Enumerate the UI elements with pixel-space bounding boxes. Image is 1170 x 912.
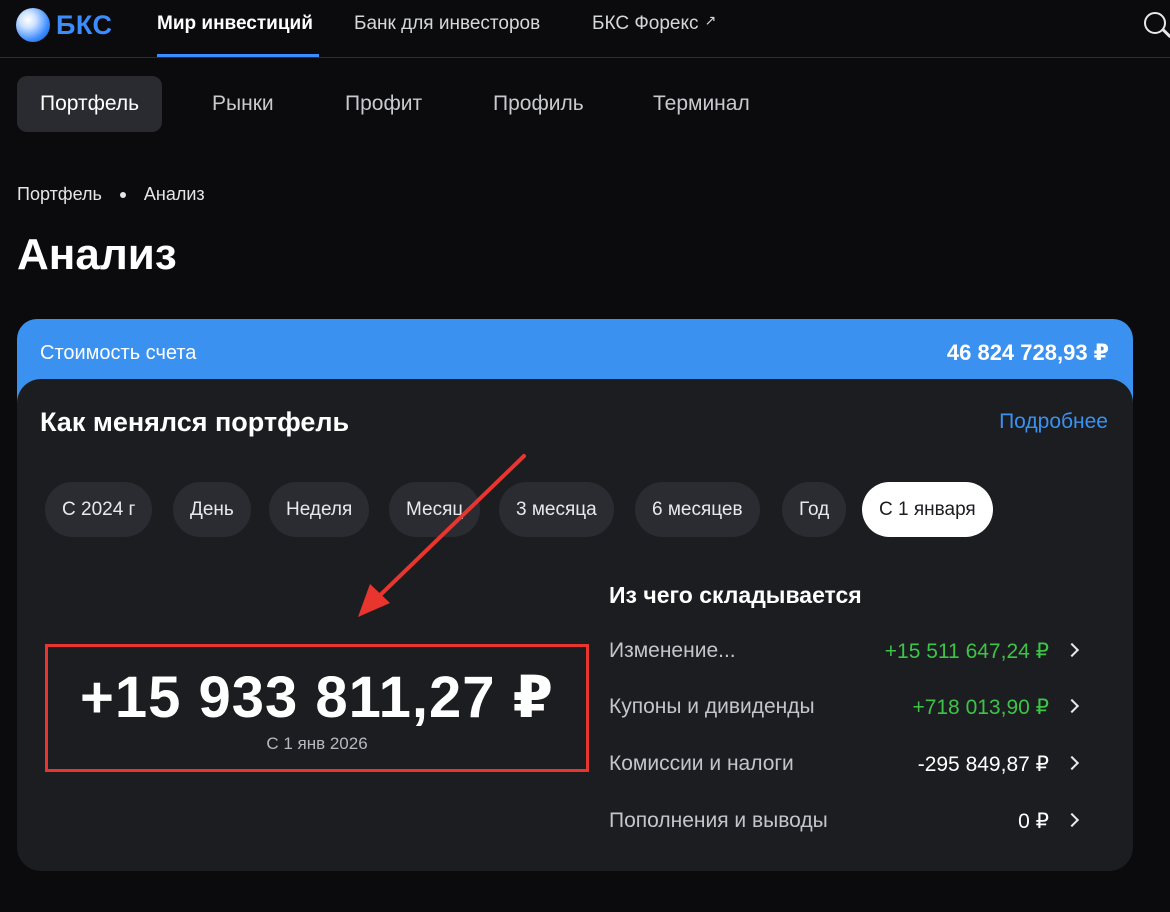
breadcrumb-separator: [119, 191, 126, 198]
tab-profil[interactable]: Профиль: [470, 76, 607, 132]
period-chip-week[interactable]: Неделя: [269, 482, 370, 537]
breakdown-value: +718 013,90 ₽: [912, 696, 1049, 719]
breadcrumb: Портфель Анализ: [17, 184, 205, 205]
panel-title: Как менялся портфель: [40, 407, 350, 437]
tab-profit[interactable]: Профит: [322, 76, 445, 132]
breakdown-label: Пополнения и выводы: [609, 809, 828, 832]
tab-portfel[interactable]: Портфель: [17, 76, 163, 132]
tab-rynki[interactable]: Рынки: [189, 76, 297, 132]
more-link[interactable]: Подробнее: [999, 410, 1108, 434]
search-button[interactable]: [1140, 6, 1170, 46]
chevron-right-icon: [1064, 698, 1080, 714]
breakdown-label: Комиссии и налоги: [609, 752, 794, 775]
top-navigation: БКС Мир инвестиций Банк для инвесторов Б…: [0, 0, 1170, 58]
active-nav-underline: [157, 54, 319, 57]
period-chip-since-jan-1[interactable]: С 1 января: [862, 482, 993, 537]
nav-mir-investitsiy[interactable]: Мир инвестиций: [157, 13, 313, 35]
period-chip-month[interactable]: Месяц: [389, 482, 481, 537]
logo-icon: [16, 8, 50, 42]
breakdown-row-fees-taxes[interactable]: Комиссии и налоги -295 849,87 ₽: [609, 745, 1080, 785]
chevron-right-icon: [1064, 755, 1080, 771]
highlighted-change-box: +15 933 811,27 ₽ С 1 янв 2026: [45, 644, 589, 772]
account-value-label: Стоимость счета: [40, 342, 197, 364]
breakdown-title: Из чего складывается: [609, 582, 862, 608]
period-chip-year[interactable]: Год: [782, 482, 847, 537]
chevron-right-icon: [1064, 642, 1080, 658]
period-chip-day[interactable]: День: [173, 482, 251, 537]
breakdown-label: Купоны и дивиденды: [609, 695, 815, 718]
bks-logo[interactable]: БКС: [16, 8, 113, 42]
nav-bank-dlya-investorov[interactable]: Банк для инвесторов: [354, 13, 540, 35]
external-link-icon: ↗: [704, 12, 717, 28]
breakdown-label: Изменение...: [609, 639, 736, 662]
breadcrumb-analiz: Анализ: [143, 184, 205, 204]
period-chip-3-months[interactable]: 3 месяца: [499, 482, 614, 537]
breakdown-value: +15 511 647,24 ₽: [884, 640, 1049, 663]
nav-bks-forex-label: БКС Форекс: [592, 13, 699, 34]
logo-text: БКС: [56, 9, 113, 40]
breakdown-row-change[interactable]: Изменение... +15 511 647,24 ₽: [609, 632, 1080, 672]
period-chip-6-months[interactable]: 6 месяцев: [635, 482, 760, 537]
breakdown-value: 0 ₽: [1018, 810, 1049, 833]
portfolio-change-since: С 1 янв 2026: [266, 734, 368, 753]
breakdown-row-coupons-dividends[interactable]: Купоны и дивиденды +718 013,90 ₽: [609, 688, 1080, 728]
portfolio-change-panel: Как менялся портфель Подробнее С 2024 г …: [17, 379, 1133, 871]
nav-bks-forex[interactable]: БКС Форекс ↗: [592, 12, 717, 35]
breadcrumb-portfel[interactable]: Портфель: [17, 184, 102, 205]
portfolio-change-value: +15 933 811,27 ₽: [79, 665, 555, 730]
tab-terminal[interactable]: Терминал: [630, 76, 773, 132]
breakdown-row-deposits-withdrawals[interactable]: Пополнения и выводы 0 ₽: [609, 802, 1080, 842]
breakdown-value: -295 849,87 ₽: [917, 753, 1049, 776]
chevron-right-icon: [1064, 812, 1080, 828]
period-chip-since-2024[interactable]: С 2024 г: [45, 482, 153, 537]
account-value-amount: 46 824 728,93 ₽: [946, 340, 1109, 365]
page-title: Анализ: [17, 230, 177, 279]
